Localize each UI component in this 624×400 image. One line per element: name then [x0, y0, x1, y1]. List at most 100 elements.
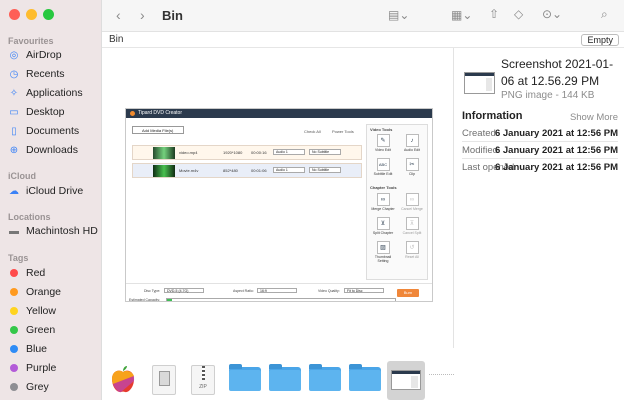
clock-icon: ◷ — [9, 68, 19, 80]
tools-panel: Video Tools ✎ Video Edit ♪ Audio Edit AB… — [366, 124, 428, 280]
sidebar-item-label: Downloads — [26, 144, 78, 156]
sidebar-item-applications[interactable]: ✧ Applications — [8, 87, 83, 99]
sidebar-item-documents[interactable]: ▯ Documents — [8, 125, 79, 137]
search-icon[interactable]: ⌕ — [601, 7, 608, 22]
sidebar-item-label: iCloud Drive — [26, 185, 84, 197]
subtitle-select: No Subtitle — [309, 149, 341, 155]
sidebar-item-label: Desktop — [26, 106, 65, 118]
aspect-ratio-select: 16:9 — [257, 288, 297, 293]
folder-icon[interactable] — [229, 364, 261, 391]
sidebar-item-airdrop[interactable]: ◎ AirDrop — [8, 49, 62, 61]
sidebar: Favourites ◎ AirDrop ◷ Recents ✧ Applica… — [0, 0, 102, 400]
file-thumbnail[interactable] — [152, 365, 176, 395]
minimize-window-button[interactable] — [26, 9, 37, 20]
folder-icon[interactable] — [349, 364, 381, 391]
zip-file-thumbnail[interactable]: ZIP — [191, 365, 215, 395]
sidebar-item-label: Applications — [26, 87, 83, 99]
clip-tool: ✂ Clip — [398, 158, 426, 176]
tag-dot-icon — [10, 326, 18, 334]
tool-label: Clip — [408, 172, 416, 176]
chevron-right-icon[interactable]: › — [140, 7, 145, 23]
tag-icon[interactable]: ◇ — [514, 7, 523, 21]
subtitle-edit-tool: ABC Subtitle Edit — [369, 158, 397, 176]
window-controls — [9, 9, 54, 20]
sidebar-tag-red[interactable]: Red — [8, 267, 45, 279]
tag-dot-icon — [10, 364, 18, 372]
tool-label: Video Edit — [375, 148, 391, 152]
thumbnail-setting-tool: ▨ Thumbnail Setting — [369, 241, 397, 263]
folder-icon[interactable] — [309, 364, 341, 391]
video-thumbnail — [153, 147, 175, 159]
sidebar-tag-green[interactable]: Green — [8, 324, 55, 336]
video-duration: 00:00:16 — [251, 150, 267, 155]
disc-type-select: DVD-5 (4.7G) — [164, 288, 204, 293]
video-duration: 00:01:06 — [251, 168, 267, 173]
toolbar: ‹ › Bin ▤⌄ ▦⌄ ⇧ ◇ ⊙⌄ ⌕ — [102, 0, 624, 32]
sidebar-tag-yellow[interactable]: Yellow — [8, 305, 56, 317]
sidebar-tag-purple[interactable]: Purple — [8, 362, 56, 374]
sidebar-item-label: Blue — [26, 343, 48, 355]
tool-label: Audio Edit — [404, 148, 420, 152]
show-more-link[interactable]: Show More — [570, 112, 618, 123]
folder-icon[interactable] — [269, 364, 301, 391]
cancel-split-tool: ⊼ Cancel Split — [398, 217, 426, 235]
apple-logo-icon[interactable] — [110, 364, 136, 394]
disk-icon: ▬ — [9, 225, 19, 237]
created-label: Created — [462, 128, 496, 139]
tag-dot-icon — [10, 269, 18, 277]
tool-label: Cancel Split — [402, 231, 422, 235]
share-icon[interactable]: ⇧ — [489, 7, 499, 21]
screenshot-mini-icon — [391, 370, 421, 390]
app-title: Tipard DVD Creator — [126, 109, 432, 118]
sidebar-item-label: Yellow — [26, 305, 56, 317]
sidebar-tag-grey[interactable]: Grey — [8, 381, 49, 393]
info-panel: Screenshot 2021-01-06 at 12.56.29 PM PNG… — [455, 48, 624, 400]
audio-edit-tool: ♪ Audio Edit — [398, 134, 426, 152]
view-options-icon[interactable]: ▤⌄ — [388, 8, 409, 22]
favourites-header: Favourites — [8, 36, 54, 46]
tags-header: Tags — [8, 253, 29, 263]
tool-label: Reset All — [405, 255, 419, 259]
file-kind: PNG image - 144 KB — [501, 90, 595, 101]
sidebar-item-machintosh-hd[interactable]: ▬ Machintosh HD — [8, 225, 98, 237]
cancel-merge-tool: ∞ Cancel Merge — [398, 193, 426, 211]
sidebar-item-label: Orange — [26, 286, 62, 298]
ellipsis-icon[interactable]: ⊙⌄ — [542, 7, 562, 21]
tool-label: Subtitle Edit — [373, 172, 393, 176]
cancel-split-icon: ⊼ — [405, 217, 419, 230]
tag-dot-icon — [10, 383, 18, 391]
grid-icon[interactable]: ▦⌄ — [451, 8, 472, 22]
video-name: video.mp4 — [179, 150, 198, 155]
sidebar-item-downloads[interactable]: ⊕ Downloads — [8, 144, 78, 156]
sidebar-item-desktop[interactable]: ▭ Desktop — [8, 106, 65, 118]
file-name: Screenshot 2021-01-06 at 12.56.29 PM — [501, 57, 614, 88]
cloud-icon: ☁ — [9, 185, 19, 197]
chapter-tools-header: Chapter Tools — [370, 185, 397, 190]
sidebar-item-icloud-drive[interactable]: ☁ iCloud Drive — [8, 185, 83, 197]
audio-select: Audio 1 — [273, 167, 305, 173]
modified-label: Modified — [462, 145, 498, 156]
document-icon: ▯ — [11, 125, 17, 137]
sidebar-item-label: Recents — [26, 68, 65, 80]
split-chapter-tool: ⊻ Split Chapter — [369, 217, 397, 235]
audio-select: Audio 1 — [273, 149, 305, 155]
zipper-icon — [202, 366, 205, 380]
unlink-icon: ∞ — [405, 193, 419, 206]
chevron-left-icon[interactable]: ‹ — [116, 7, 121, 23]
video-row: Movie.m4v 852*480 00:01:06 Audio 1 No Su… — [132, 163, 362, 178]
sidebar-item-label: Grey — [26, 381, 49, 393]
sidebar-item-recents[interactable]: ◷ Recents — [8, 68, 65, 80]
video-thumbnail — [153, 165, 175, 177]
sidebar-tag-blue[interactable]: Blue — [8, 343, 47, 355]
zoom-window-button[interactable] — [43, 9, 54, 20]
split-icon: ⊻ — [376, 217, 390, 230]
airdrop-icon: ◎ — [9, 49, 19, 61]
tool-label: Merge Chapter — [371, 207, 395, 211]
video-resolution: 852*480 — [223, 168, 238, 173]
close-window-button[interactable] — [9, 9, 20, 20]
selected-file-thumbnail[interactable] — [387, 361, 425, 400]
sidebar-tag-orange[interactable]: Orange — [8, 286, 61, 298]
tool-label: Thumbnail Setting — [374, 255, 392, 263]
icloud-header: iCloud — [8, 171, 36, 181]
empty-bin-button[interactable]: Empty — [581, 34, 619, 46]
